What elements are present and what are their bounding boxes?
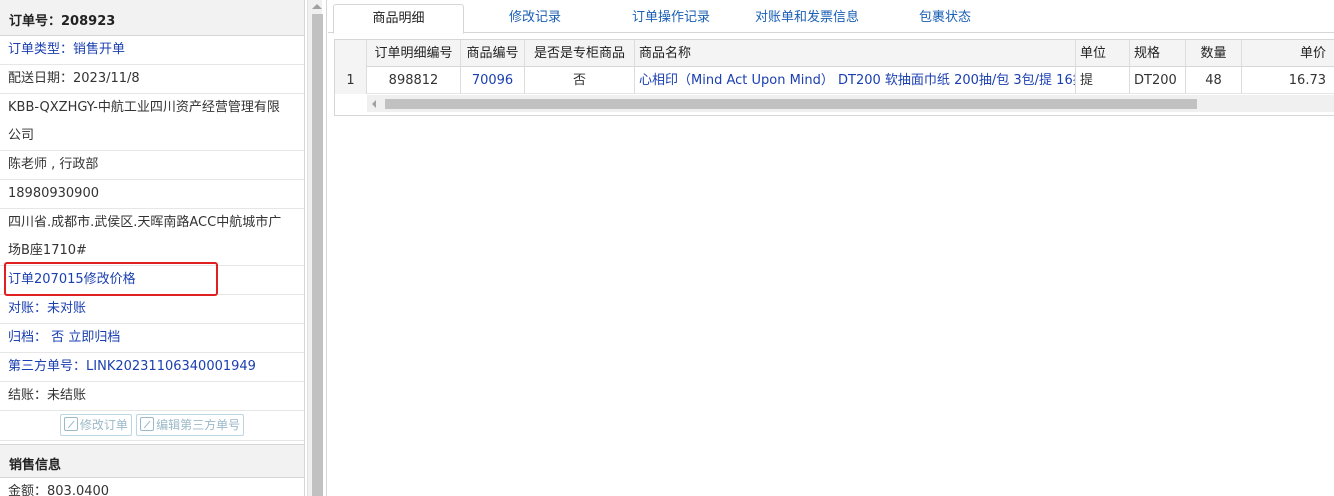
tab-product-details[interactable]: 商品明细 — [333, 4, 464, 34]
edit-icon — [140, 417, 155, 431]
horizontal-scrollbar-thumb[interactable] — [385, 99, 1197, 109]
tab-statement-invoice[interactable]: 对账单和发票信息 — [741, 4, 873, 33]
settle-row: 结账：未结账 — [0, 382, 304, 411]
tab-package-status[interactable]: 包裹状态 — [890, 4, 1000, 33]
left-panel-scrollbar[interactable] — [305, 0, 327, 496]
reconcile-value: 未对账 — [47, 301, 87, 316]
edit-order-label: 修改订单 — [79, 418, 128, 432]
archive-label: 归档： — [8, 330, 48, 345]
detail-id-cell: 898812 — [367, 67, 461, 94]
header-product-id[interactable]: 商品编号 — [461, 40, 525, 67]
address-line2: 场B座1710# — [8, 243, 87, 258]
order-number: 208923 — [61, 14, 116, 29]
header-rownum — [335, 40, 367, 67]
price-cell: 16.73 — [1242, 67, 1334, 94]
header-qty[interactable]: 数量 — [1186, 40, 1242, 67]
scrollbar-thumb[interactable] — [312, 14, 323, 496]
settle-label: 结账： — [8, 388, 48, 403]
address-row: 四川省.成都市.武侯区.天晖南路ACC中航城市广 场B座1710# — [0, 209, 304, 266]
unit-cell: 提 — [1076, 67, 1130, 94]
delivery-date-row: 配送日期：2023/11/8 — [0, 65, 304, 94]
order-type-label: 订单类型： — [8, 42, 74, 57]
amount-label: 金额： — [8, 484, 48, 496]
header-product-name[interactable]: 商品名称 — [635, 40, 1076, 67]
product-name-link[interactable]: 心相印（Mind Act Upon Mind） DT200 软抽面巾纸 200抽… — [635, 67, 1076, 94]
address-line1: 四川省.成都市.武侯区.天晖南路ACC中航城市广 — [8, 215, 282, 230]
reconcile-label: 对账： — [8, 301, 48, 316]
archive-row: 归档： 否 立即归档 — [0, 324, 304, 353]
reconcile-row: 对账：未对账 — [0, 295, 304, 324]
qty-cell: 48 — [1186, 67, 1242, 94]
third-party-label: 第三方单号： — [8, 359, 87, 374]
settle-value: 未结账 — [47, 388, 87, 403]
order-info-panel: 订单号：208923 订单类型：销售开单 配送日期：2023/11/8 KBB-… — [0, 0, 305, 496]
edit-icon — [63, 417, 78, 431]
detail-area: 商品明细 修改记录 订单操作记录 对账单和发票信息 包裹状态 订单明细编号 商品… — [328, 0, 1334, 496]
order-number-label: 订单号： — [9, 14, 62, 29]
header-price[interactable]: 单价 — [1242, 40, 1334, 67]
contact: 陈老师 , 行政部 — [8, 157, 99, 172]
third-party-row: 第三方单号：LINK20231106340001949 — [0, 353, 304, 382]
header-is-counter[interactable]: 是否是专柜商品 — [525, 40, 635, 67]
tab-order-operation-log[interactable]: 订单操作记录 — [606, 4, 736, 33]
customer-row: KBB-QXZHGY-中航工业四川资产经营管理有限 公司 — [0, 94, 304, 151]
tab-modification-log[interactable]: 修改记录 — [478, 4, 592, 33]
product-grid: 订单明细编号 商品编号 是否是专柜商品 商品名称 单位 规格 数量 单价 1 8… — [334, 39, 1334, 116]
archive-now-link[interactable]: 立即归档 — [68, 330, 120, 345]
contact-row: 陈老师 , 行政部 — [0, 151, 304, 180]
order-type-row: 订单类型：销售开单 — [0, 36, 304, 65]
amount: 803.0400 — [47, 484, 110, 496]
edit-third-party-label: 编辑第三方单号 — [156, 418, 241, 432]
table-row[interactable]: 1 898812 70096 否 心相印（Mind Act Upon Mind）… — [335, 67, 1334, 94]
order-type-value: 销售开单 — [73, 42, 126, 57]
scroll-left-arrow-icon[interactable] — [372, 100, 376, 108]
note-highlight-box — [4, 262, 218, 296]
is-counter-cell: 否 — [525, 67, 635, 94]
delivery-date: 2023/11/8 — [73, 71, 140, 86]
grid-horizontal-scrollbar[interactable] — [367, 95, 1334, 112]
delivery-date-label: 配送日期： — [8, 71, 74, 86]
product-id-link[interactable]: 70096 — [461, 67, 525, 94]
row-number: 1 — [335, 67, 367, 94]
spec-cell: DT200 — [1130, 67, 1186, 94]
sales-info-title: 销售信息 — [0, 444, 304, 478]
edit-order-button[interactable]: 修改订单 — [59, 414, 132, 436]
customer-name-line2: 公司 — [8, 128, 35, 143]
header-unit[interactable]: 单位 — [1076, 40, 1130, 67]
phone-row: 18980930900 — [0, 180, 304, 209]
phone: 18980930900 — [8, 186, 99, 201]
detail-tabs: 商品明细 修改记录 订单操作记录 对账单和发票信息 包裹状态 — [328, 0, 1334, 34]
edit-third-party-button[interactable]: 编辑第三方单号 — [136, 414, 245, 436]
third-party-number: LINK20231106340001949 — [86, 359, 256, 374]
grid-header: 订单明细编号 商品编号 是否是专柜商品 商品名称 单位 规格 数量 单价 — [335, 40, 1334, 67]
header-detail-id[interactable]: 订单明细编号 — [367, 40, 461, 67]
archive-value: 否 — [51, 330, 65, 345]
order-actions: 修改订单 编辑第三方单号 — [0, 411, 304, 441]
customer-name-line1: KBB-QXZHGY-中航工业四川资产经营管理有限 — [8, 100, 280, 115]
header-spec[interactable]: 规格 — [1130, 40, 1186, 67]
scroll-up-arrow-icon[interactable] — [312, 4, 322, 9]
amount-row: 金额：803.0400 — [0, 478, 304, 496]
scrollbar-track — [307, 0, 323, 496]
order-number-header: 订单号：208923 — [0, 0, 304, 36]
